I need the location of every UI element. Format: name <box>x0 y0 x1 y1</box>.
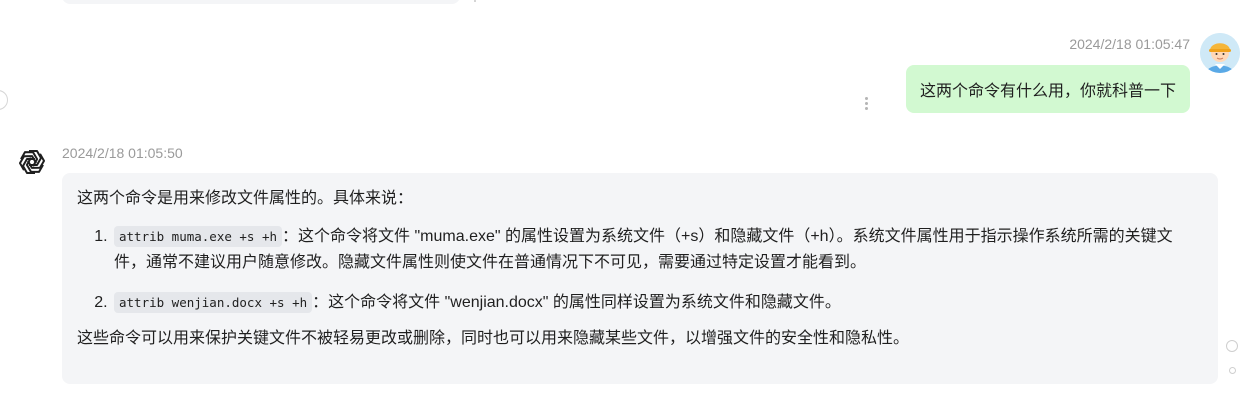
user-avatar-icon[interactable] <box>1200 33 1240 73</box>
openai-logo-icon <box>14 144 50 180</box>
scroll-edge-indicator-right[interactable] <box>1226 340 1238 352</box>
bot-message-list: attrib muma.exe +s +h：这个命令将文件 "muma.exe"… <box>77 224 1203 316</box>
user-message-timestamp: 2024/2/18 01:05:47 <box>1069 36 1190 52</box>
more-vertical-icon[interactable] <box>864 97 868 110</box>
user-message-text: 这两个命令有什么用，你就科普一下 <box>919 83 1176 100</box>
previous-message-bubble <box>62 0 460 4</box>
bot-message-intro: 这两个命令是用来修改文件属性的。具体来说： <box>77 190 414 207</box>
chat-window: 2024/2/18 01:05:47 这两个命令有什么用，你就科普一下 2024… <box>0 0 1244 400</box>
bot-message-timestamp: 2024/2/18 01:05:50 <box>62 145 183 161</box>
bot-message-outro: 这些命令可以用来保护关键文件不被轻易更改或删除，同时也可以用来隐藏某些文件，以增… <box>77 330 910 347</box>
scroll-edge-dot-right <box>1229 367 1236 374</box>
list-item: attrib wenjian.docx +s +h：这个命令将文件 "wenji… <box>112 290 1203 316</box>
inline-code: attrib muma.exe +s +h <box>114 226 283 247</box>
list-item-text: ：这个命令将文件 "wenjian.docx" 的属性同样设置为系统文件和隐藏文… <box>312 294 841 311</box>
bot-message-bubble: 这两个命令是用来修改文件属性的。具体来说： attrib muma.exe +s… <box>62 173 1218 384</box>
list-item: attrib muma.exe +s +h：这个命令将文件 "muma.exe"… <box>112 224 1203 276</box>
inline-code: attrib wenjian.docx +s +h <box>114 292 313 313</box>
previous-message-dot <box>474 0 476 2</box>
scroll-edge-indicator-left[interactable] <box>0 90 8 110</box>
user-message-bubble: 这两个命令有什么用，你就科普一下 <box>905 65 1190 113</box>
